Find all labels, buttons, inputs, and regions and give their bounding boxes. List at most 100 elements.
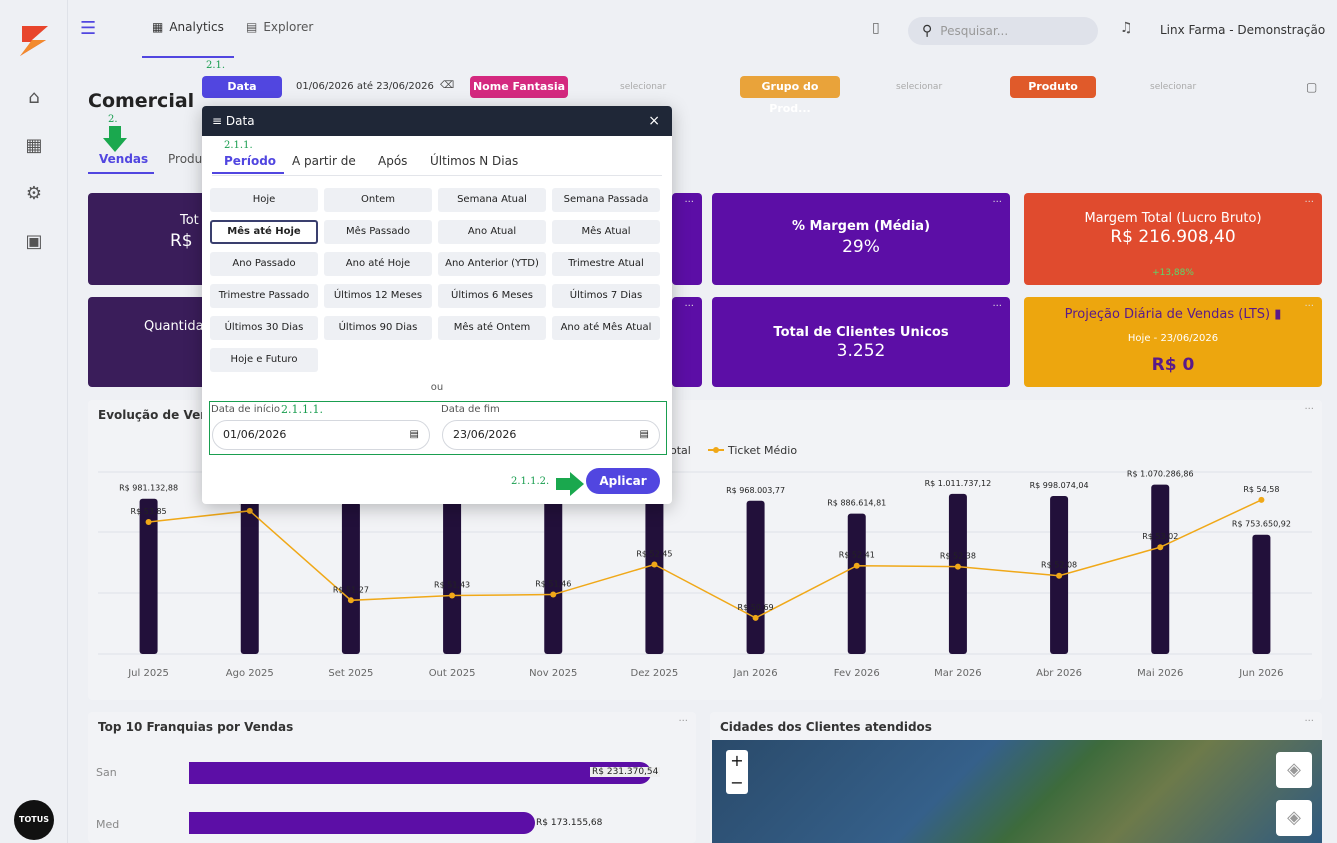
ticket-point[interactable] [1056,572,1063,579]
chart-bar[interactable] [1252,534,1271,654]
chart-bar[interactable] [645,494,664,654]
ticket-point[interactable] [145,519,152,526]
period-option-button[interactable]: Últimos 6 Meses [438,284,546,308]
kpi-card-hidden[interactable]: ··· [672,193,702,285]
menu-icon[interactable]: ☰ [80,18,96,39]
ticket-point[interactable] [347,597,354,604]
kpi-card-projecao[interactable]: ··· Projeção Diária de Vendas (LTS) ▮ Ho… [1024,297,1322,387]
period-option-button[interactable]: Hoje [210,188,318,212]
kpi-card-margem[interactable]: ··· % Margem (Média) 29% [712,193,1010,285]
tab-vendas[interactable]: Vendas [99,152,148,166]
period-option-button[interactable]: Semana Atual [438,188,546,212]
apply-button[interactable]: Aplicar [586,468,660,494]
chart-bar[interactable] [443,497,462,654]
period-option-button[interactable]: Ano até Mês Atual [552,316,660,340]
eraser-icon[interactable]: ⌫ [440,80,454,91]
filter-nome-fantasia-label[interactable]: Nome Fantasia [470,76,568,98]
more-icon[interactable]: ··· [992,301,1002,312]
ticket-point[interactable] [1258,496,1265,503]
brand-avatar[interactable]: TOTUS [14,800,54,840]
more-icon[interactable]: ··· [678,716,688,727]
tab-ultimos-n-dias[interactable]: Últimos N Dias [430,154,518,168]
layers-icon[interactable]: ◈ [1276,752,1312,788]
close-button[interactable]: × [648,106,660,136]
more-icon[interactable]: ··· [684,197,694,208]
period-option-button[interactable]: Trimestre Atual [552,252,660,276]
filter-data-value[interactable]: 01/06/2026 até 23/06/2026 [296,81,434,92]
ticket-point[interactable] [853,562,860,569]
ticket-point[interactable] [246,507,253,514]
period-option-button[interactable]: Hoje e Futuro [210,348,318,372]
bookmark-icon[interactable]: ▢ [1306,80,1317,94]
more-icon[interactable]: ··· [1304,197,1314,208]
period-option-button[interactable]: Últimos 7 Dias [552,284,660,308]
end-date-input[interactable]: 23/06/2026 ▤ [442,420,660,450]
kpi-card-lucro[interactable]: ··· Margem Total (Lucro Bruto) R$ 216.90… [1024,193,1322,285]
zoom-out-button[interactable]: − [726,772,748,794]
franquia-bar[interactable] [189,812,535,834]
period-option-button[interactable]: Mês até Ontem [438,316,546,340]
tab-a-partir-de[interactable]: A partir de [292,154,356,168]
kpi-card-hidden-2[interactable]: ··· [672,297,702,387]
period-option-button-selected[interactable]: Mês até Hoje [210,220,318,244]
ticket-point[interactable] [752,614,759,621]
filter-grupo-select[interactable]: selecionar [896,76,942,98]
chart-bar[interactable] [948,493,967,654]
zoom-in-button[interactable]: + [726,750,748,772]
home-icon[interactable]: ⌂ [22,86,46,110]
period-option-button[interactable]: Últimos 12 Meses [324,284,432,308]
map[interactable] [712,740,1322,843]
tab-periodo[interactable]: Período [224,154,276,168]
bell-icon[interactable]: ♫ [1120,20,1133,36]
period-option-button[interactable]: Semana Passada [552,188,660,212]
calendar-icon[interactable]: ▤ [410,421,419,449]
more-icon[interactable]: ··· [1304,716,1314,727]
ai-icon[interactable]: ⚙ [22,182,46,206]
period-option-button[interactable]: Mês Atual [552,220,660,244]
chart-bar[interactable] [240,494,259,654]
period-option-button[interactable]: Mês Passado [324,220,432,244]
more-icon[interactable]: ··· [684,301,694,312]
ticket-point[interactable] [449,592,456,599]
tab-explorer[interactable]: ▤ Explorer [246,20,313,34]
tab-analytics[interactable]: ▦ Analytics [152,20,224,34]
period-option-button[interactable]: Ano até Hoje [324,252,432,276]
kpi-card-quantidade[interactable]: Quantida [88,297,208,387]
company-name[interactable]: Linx Farma - Demonstração [1160,23,1325,37]
chart-bar[interactable] [544,500,563,654]
ticket-point[interactable] [1157,544,1164,551]
logo-icon[interactable] [18,24,50,58]
period-option-button[interactable]: Trimestre Passado [210,284,318,308]
tab-produtos[interactable]: Produ [168,152,202,166]
ticket-point[interactable] [550,591,557,598]
chart-bar[interactable] [1151,484,1170,654]
dashboard-icon[interactable]: ▦ [22,134,46,158]
search-input[interactable]: ⚲ Pesquisar... [908,17,1098,45]
franquia-bar[interactable] [189,762,651,784]
period-option-button[interactable]: Ano Passado [210,252,318,276]
chart-bar[interactable] [746,500,765,654]
presentation-icon[interactable]: ▣ [22,230,46,254]
layers-icon[interactable]: ◈ [1276,800,1312,836]
calendar-icon[interactable]: ▤ [640,421,649,449]
period-option-button[interactable]: Ano Atual [438,220,546,244]
filter-grupo-label[interactable]: Grupo do Prod... [740,76,840,115]
period-option-button[interactable]: Ano Anterior (YTD) [438,252,546,276]
document-icon[interactable]: ▯ [872,20,880,36]
period-option-button[interactable]: Ontem [324,188,432,212]
filter-produto-label[interactable]: Produto [1010,76,1096,98]
more-icon[interactable]: ··· [992,197,1002,208]
ticket-point[interactable] [651,561,658,568]
tab-apos[interactable]: Após [378,154,407,168]
start-date-input[interactable]: 01/06/2026 ▤ [212,420,430,450]
period-option-button[interactable]: Últimos 90 Dias [324,316,432,340]
period-option-button[interactable]: Últimos 30 Dias [210,316,318,340]
filter-produto-select[interactable]: selecionar [1150,76,1196,98]
chart-bar[interactable] [847,513,866,654]
ticket-point[interactable] [954,563,961,570]
kpi-card-total[interactable]: Tot R$ [88,193,208,285]
kpi-card-clientes[interactable]: ··· Total de Clientes Unicos 3.252 [712,297,1010,387]
chart-bar[interactable] [341,502,360,654]
filter-data-label[interactable]: Data [202,76,282,98]
filter-nome-fantasia-select[interactable]: selecionar [620,76,666,98]
